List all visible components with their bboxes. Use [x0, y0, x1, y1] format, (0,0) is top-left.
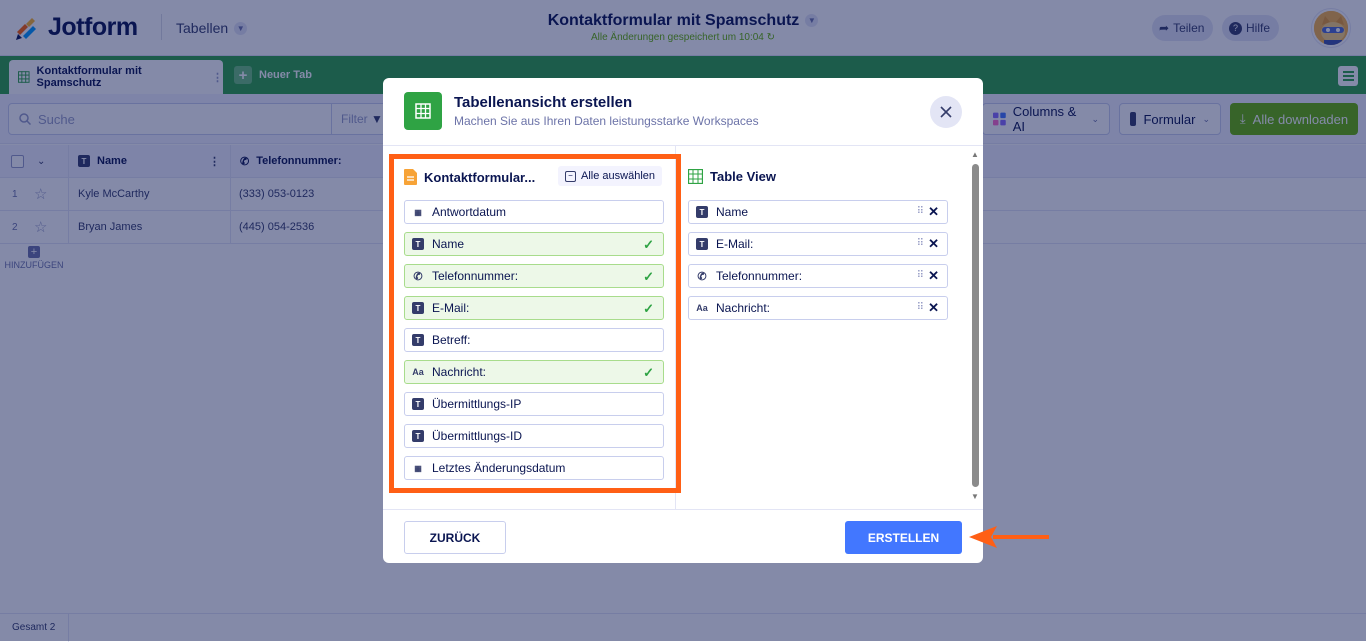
- text-icon: T: [412, 238, 424, 250]
- textarea-icon: Aa: [412, 367, 424, 377]
- form-fields-header: Kontaktformular...: [404, 169, 535, 185]
- selected-field[interactable]: T Name ⠿ ✕: [688, 200, 948, 224]
- dialog-body: Kontaktformular... − Alle auswählen ▦ An…: [383, 146, 983, 509]
- field-option[interactable]: T Übermittlungs-ID: [404, 424, 664, 448]
- text-icon: T: [412, 398, 424, 410]
- field-label: Name: [432, 237, 465, 251]
- field-option[interactable]: ▦ Antwortdatum: [404, 200, 664, 224]
- field-option[interactable]: T Übermittlungs-IP: [404, 392, 664, 416]
- selected-field-label: E-Mail:: [716, 237, 754, 251]
- drag-handle-icon[interactable]: ⠿: [917, 270, 924, 281]
- field-label: Antwortdatum: [432, 205, 507, 219]
- create-table-view-dialog: Tabellenansicht erstellen Machen Sie aus…: [383, 78, 983, 563]
- check-icon: ✓: [643, 237, 654, 252]
- dialog-title: Tabellenansicht erstellen: [454, 94, 633, 111]
- close-icon: [940, 106, 952, 118]
- selected-field-label: Telefonnummer:: [716, 269, 803, 283]
- drag-handle-icon[interactable]: ⠿: [917, 206, 924, 217]
- selected-field[interactable]: T E-Mail: ⠿ ✕: [688, 232, 948, 256]
- check-icon: ✓: [643, 269, 654, 284]
- field-label: Telefonnummer:: [432, 269, 519, 283]
- selected-field-label: Nachricht:: [716, 301, 771, 315]
- scroll-down-arrow-icon[interactable]: ▼: [971, 492, 979, 501]
- field-label: Übermittlungs-ID: [432, 429, 523, 443]
- dialog-subtitle: Machen Sie aus Ihren Daten leistungsstar…: [454, 114, 759, 128]
- select-all-button[interactable]: − Alle auswählen: [558, 166, 662, 186]
- phone-icon: ✆: [697, 270, 707, 283]
- check-icon: ✓: [643, 301, 654, 316]
- drag-handle-icon[interactable]: ⠿: [917, 238, 924, 249]
- create-button[interactable]: ERSTELLEN: [845, 521, 962, 554]
- remove-icon[interactable]: ✕: [928, 204, 939, 220]
- field-option[interactable]: T Betreff:: [404, 328, 664, 352]
- calendar-icon: ▦: [414, 207, 422, 217]
- scrollbar-thumb[interactable]: [972, 164, 979, 487]
- select-all-label: Alle auswählen: [581, 170, 655, 182]
- field-label: Nachricht:: [432, 365, 487, 379]
- remove-icon[interactable]: ✕: [928, 268, 939, 284]
- field-option[interactable]: Aa Nachricht: ✓: [404, 360, 664, 384]
- textarea-icon: Aa: [696, 303, 708, 313]
- field-option[interactable]: ✆ Telefonnummer: ✓: [404, 264, 664, 288]
- text-icon: T: [696, 238, 708, 250]
- text-icon: T: [412, 302, 424, 314]
- dialog-footer: ZURÜCK ERSTELLEN: [383, 509, 983, 563]
- form-fields-title: Kontaktformular...: [424, 169, 536, 185]
- form-document-icon: [404, 169, 417, 185]
- pointer-arrow-icon: [969, 526, 1049, 548]
- dialog-header: Tabellenansicht erstellen Machen Sie aus…: [383, 78, 983, 146]
- drag-handle-icon[interactable]: ⠿: [917, 302, 924, 313]
- phone-icon: ✆: [413, 270, 423, 283]
- table-view-header: Table View: [688, 169, 776, 184]
- field-option[interactable]: T Name ✓: [404, 232, 664, 256]
- field-option[interactable]: ▦ Letztes Änderungsdatum: [404, 456, 664, 480]
- check-icon: ✓: [643, 365, 654, 380]
- text-icon: T: [412, 430, 424, 442]
- table-view-icon: [404, 92, 442, 130]
- field-option[interactable]: T E-Mail: ✓: [404, 296, 664, 320]
- selected-field-label: Name: [716, 205, 749, 219]
- field-label: Übermittlungs-IP: [432, 397, 522, 411]
- selected-field[interactable]: Aa Nachricht: ⠿ ✕: [688, 296, 948, 320]
- close-button[interactable]: [930, 96, 962, 128]
- remove-icon[interactable]: ✕: [928, 300, 939, 316]
- field-label: Betreff:: [432, 333, 471, 347]
- table-view-title: Table View: [710, 169, 776, 184]
- calendar-icon: ▦: [414, 463, 422, 473]
- text-icon: T: [412, 334, 424, 346]
- minus-checkbox-icon: −: [565, 170, 576, 182]
- field-label: E-Mail:: [432, 301, 470, 315]
- remove-icon[interactable]: ✕: [928, 236, 939, 252]
- scroll-up-arrow-icon[interactable]: ▲: [971, 150, 979, 159]
- text-icon: T: [696, 206, 708, 218]
- field-label: Letztes Änderungsdatum: [432, 461, 566, 475]
- selected-field[interactable]: ✆ Telefonnummer: ⠿ ✕: [688, 264, 948, 288]
- back-button[interactable]: ZURÜCK: [404, 521, 506, 554]
- table-icon: [688, 169, 703, 184]
